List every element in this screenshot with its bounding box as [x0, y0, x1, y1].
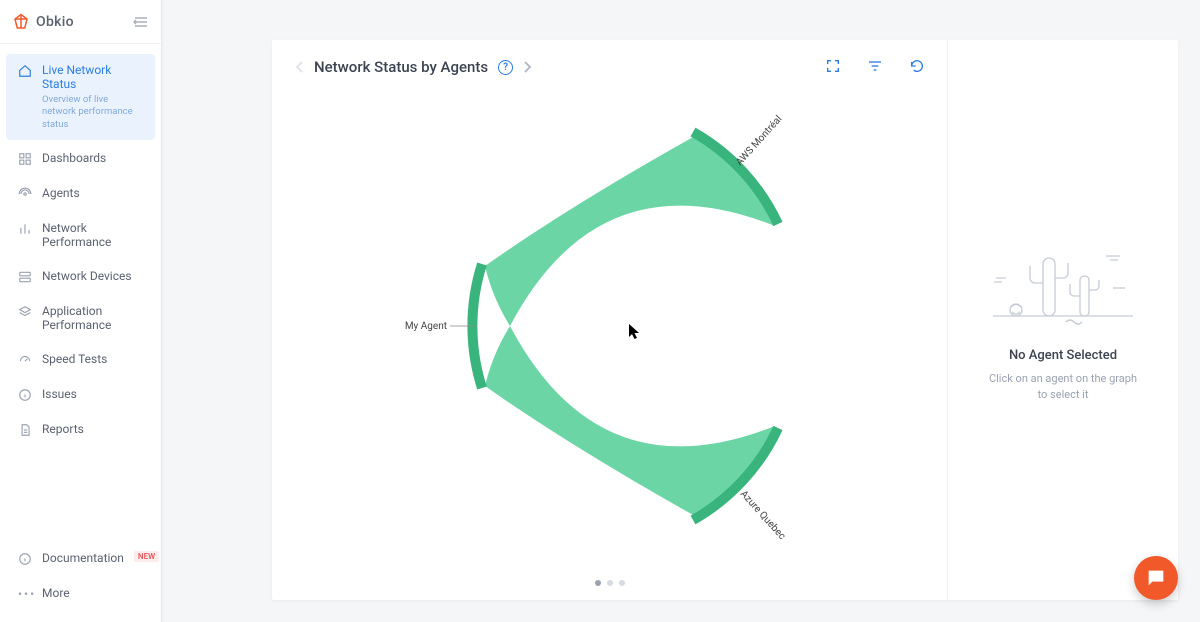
chat-button[interactable]	[1134, 556, 1178, 600]
nav-network-devices[interactable]: Network Devices	[6, 260, 155, 293]
nav-more[interactable]: ••• More	[6, 577, 155, 610]
sidebar: Obkio Live Network Status Overview of li…	[0, 0, 162, 622]
info-icon	[18, 388, 32, 402]
chevron-left-icon[interactable]	[294, 60, 304, 74]
nav-label: Issues	[42, 387, 77, 401]
chat-icon	[1145, 567, 1167, 589]
refresh-icon[interactable]	[909, 58, 925, 74]
collapse-sidebar-icon[interactable]	[133, 16, 149, 28]
info-icon	[18, 552, 32, 566]
content-card: Network Status by Agents ?	[272, 40, 1178, 600]
logo-text: Obkio	[36, 14, 74, 30]
nav-label: Dashboards	[42, 151, 106, 165]
nav-application-performance[interactable]: Application Performance	[6, 295, 155, 341]
nav: Live Network Status Overview of live net…	[0, 44, 161, 534]
sidebar-footer: Documentation NEW ••• More	[0, 534, 161, 622]
graph-pane: Network Status by Agents ?	[272, 40, 948, 600]
layers-icon	[18, 305, 32, 319]
node-label-aws[interactable]: AWS Montréal	[734, 114, 784, 168]
empty-state-illustration	[988, 238, 1138, 328]
bars-icon	[18, 222, 32, 236]
chevron-right-icon[interactable]	[523, 60, 533, 74]
nav-label: Agents	[42, 186, 80, 200]
doc-icon	[18, 423, 32, 437]
nav-subtitle: Overview of live network performance sta…	[42, 94, 143, 131]
nav-agents[interactable]: Agents	[6, 177, 155, 210]
empty-state-title: No Agent Selected	[1009, 348, 1117, 363]
nav-label: Network Performance	[42, 221, 143, 249]
nav-label: Live Network Status	[42, 63, 143, 91]
gauge-icon	[18, 353, 32, 367]
nav-network-performance[interactable]: Network Performance	[6, 212, 155, 258]
home-icon	[18, 64, 32, 78]
detail-pane: No Agent Selected Click on an agent on t…	[948, 40, 1178, 600]
main: Network Status by Agents ?	[162, 0, 1200, 622]
new-badge: NEW	[134, 551, 159, 562]
help-icon[interactable]: ?	[498, 60, 513, 75]
nav-reports[interactable]: Reports	[6, 413, 155, 446]
page-title: Network Status by Agents	[314, 58, 488, 76]
nav-label: Speed Tests	[42, 352, 107, 366]
nav-label: More	[42, 586, 70, 600]
nav-label: Application Performance	[42, 304, 143, 332]
server-icon	[18, 270, 32, 284]
broadcast-icon	[18, 187, 32, 201]
node-label-azure[interactable]: Azure Quebec	[737, 489, 787, 542]
pager-dot-3[interactable]	[619, 580, 625, 586]
nav-label: Documentation	[42, 551, 124, 565]
logo-icon	[12, 13, 30, 31]
nav-speed-tests[interactable]: Speed Tests	[6, 343, 155, 376]
pager-dot-2[interactable]	[607, 580, 613, 586]
chord-graph[interactable]: My Agent AWS Montréal Azure Quebec	[294, 76, 925, 576]
pager[interactable]	[294, 576, 925, 586]
nav-label: Reports	[42, 422, 84, 436]
pager-dot-1[interactable]	[595, 580, 601, 586]
expand-icon[interactable]	[825, 58, 841, 74]
sidebar-header: Obkio	[0, 0, 161, 44]
nav-live-network-status[interactable]: Live Network Status Overview of live net…	[6, 54, 155, 140]
dashboard-icon	[18, 152, 32, 166]
nav-documentation[interactable]: Documentation NEW	[6, 542, 155, 575]
nav-issues[interactable]: Issues	[6, 378, 155, 411]
nav-label: Network Devices	[42, 269, 132, 283]
node-label-myagent[interactable]: My Agent	[404, 321, 446, 332]
logo[interactable]: Obkio	[12, 13, 74, 31]
graph-toolbar	[825, 58, 925, 74]
filter-icon[interactable]	[867, 58, 883, 74]
nav-dashboards[interactable]: Dashboards	[6, 142, 155, 175]
empty-state-subtitle: Click on an agent on the graph to select…	[983, 371, 1143, 402]
more-icon: •••	[18, 587, 32, 601]
